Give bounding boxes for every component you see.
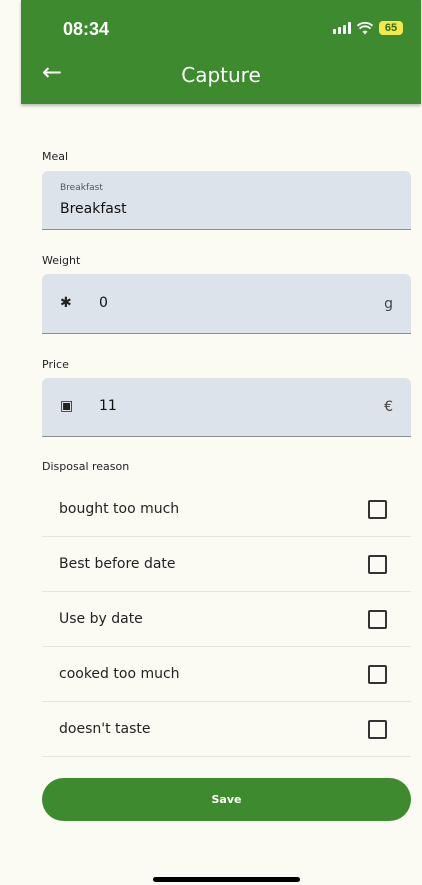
price-currency: €	[384, 399, 393, 415]
price-field[interactable]: ▣ 11 €	[42, 378, 411, 437]
meal-label: Meal	[42, 150, 69, 163]
checkbox[interactable]	[368, 554, 387, 574]
disposal-option[interactable]: Use by date	[42, 592, 411, 647]
meal-value: Breakfast	[60, 201, 127, 217]
disposal-option[interactable]: doesn't taste	[42, 702, 411, 757]
battery-icon: 65	[379, 21, 403, 35]
disposal-option-label: cooked too much	[59, 666, 180, 682]
checkbox[interactable]	[368, 609, 387, 629]
weight-unit: g	[384, 296, 393, 312]
disposal-option-label: Best before date	[59, 556, 176, 572]
cash-icon: ▣	[60, 398, 74, 414]
meal-float-label: Breakfast	[60, 183, 103, 193]
bluetooth-icon[interactable]: ✱	[60, 295, 72, 311]
checkbox[interactable]	[368, 499, 387, 519]
save-button[interactable]: Save	[42, 778, 411, 821]
home-indicator[interactable]	[153, 877, 300, 882]
checkbox[interactable]	[368, 664, 387, 684]
signal-icon	[333, 22, 351, 34]
app-bar: 08:34 65 ← Capture	[21, 0, 421, 104]
disposal-option-label: Use by date	[59, 611, 143, 627]
price-value: 11	[99, 398, 117, 414]
checkbox[interactable]	[368, 719, 387, 739]
disposal-option[interactable]: cooked too much	[42, 647, 411, 702]
disposal-option-label: doesn't taste	[59, 721, 151, 737]
price-label: Price	[42, 358, 69, 371]
page-title: Capture	[181, 63, 261, 87]
meal-select[interactable]: Breakfast Breakfast	[42, 171, 411, 230]
disposal-option[interactable]: Best before date	[42, 537, 411, 592]
disposal-reason-label: Disposal reason	[42, 460, 130, 473]
status-time: 08:34	[63, 19, 110, 39]
wifi-icon	[357, 21, 373, 34]
weight-value: 0	[99, 295, 108, 311]
disposal-option-label: bought too much	[59, 501, 180, 517]
status-icons: 65	[333, 21, 403, 35]
disposal-option[interactable]: bought too much	[42, 482, 411, 537]
weight-label: Weight	[42, 254, 81, 267]
weight-field[interactable]: ✱ 0 g	[42, 274, 411, 334]
